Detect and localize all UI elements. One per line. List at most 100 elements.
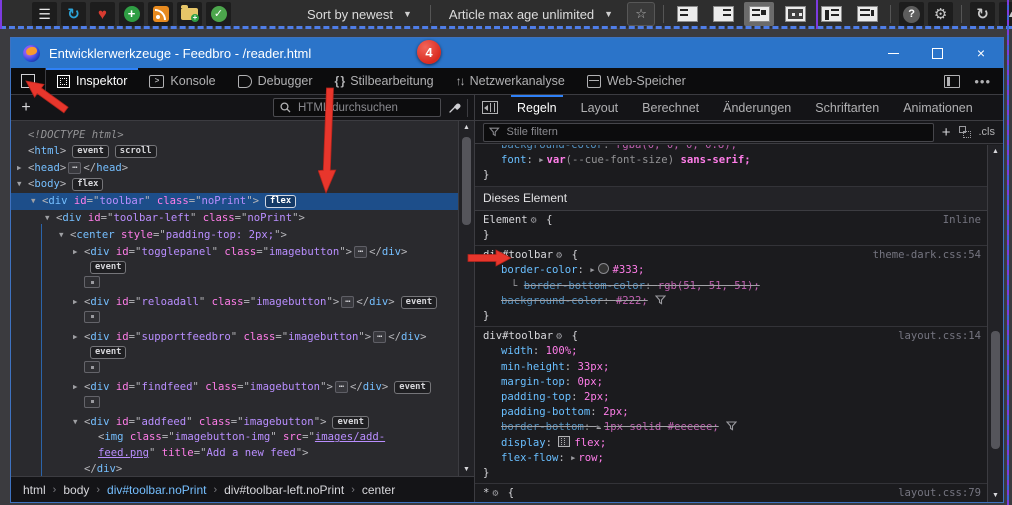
add-folder-button[interactable] <box>177 2 202 26</box>
node-badge[interactable]: event <box>90 261 126 274</box>
breadcrumb-item[interactable]: body <box>63 483 89 497</box>
node-badge[interactable]: event <box>401 296 437 309</box>
settings-button[interactable]: ⚙ <box>928 2 953 26</box>
css-declaration[interactable]: min-height: 33px; <box>483 360 987 375</box>
tree-row[interactable] <box>11 396 458 414</box>
sidebar-tab-schriftarten[interactable]: Schriftarten <box>803 95 891 120</box>
css-declaration[interactable]: border-color: ▶#333; <box>483 263 987 278</box>
expander-arrow-icon[interactable]: ▶ <box>571 454 575 462</box>
toolbox-menu-button[interactable]: ••• <box>974 79 991 84</box>
tab-netzwerkanalyse[interactable]: ↑↓Netzwerkanalyse <box>445 68 576 94</box>
css-declaration[interactable]: border-bottom: ▶1px solid #eeeeee; <box>483 420 987 435</box>
tree-row[interactable]: ▶<div id="reloadall" class="imagebutton"… <box>11 294 458 311</box>
menu-button[interactable]: ☰ <box>32 2 57 26</box>
tree-row[interactable]: event <box>11 345 458 361</box>
breadcrumb-item[interactable]: center <box>362 483 395 497</box>
expander-arrow-icon[interactable]: ▶ <box>597 423 601 431</box>
node-badge[interactable]: event <box>332 416 368 429</box>
breadcrumb-item[interactable]: html <box>23 483 46 497</box>
tree-row[interactable]: ▶<head>⋯</head> <box>11 160 458 177</box>
star-filter-button[interactable]: ☆ <box>627 2 655 26</box>
tree-row[interactable]: <img class="imagebutton-img" src="images… <box>11 430 458 446</box>
collapsed-content-badge[interactable]: ⋯ <box>373 331 386 343</box>
css-declaration[interactable]: font: ▶var(--cue-font-size) sans-serif; <box>483 153 987 168</box>
view-mode-headlines-left[interactable] <box>672 2 702 26</box>
twisty-icon[interactable]: ▶ <box>73 379 84 395</box>
scroll-up-button[interactable]: ▲ <box>999 2 1012 26</box>
twisty-icon[interactable]: ▼ <box>59 227 70 243</box>
tree-row[interactable]: </div> <box>11 462 458 476</box>
flex-highlighter-icon[interactable] <box>558 436 570 447</box>
whitespace-node-badge[interactable] <box>84 276 100 288</box>
html-search-input[interactable] <box>296 101 420 115</box>
eyedropper-button[interactable] <box>441 101 467 114</box>
tree-row[interactable]: ▶<div id="findfeed" class="imagebutton">… <box>11 379 458 396</box>
view-mode-magazine-view[interactable] <box>816 2 846 26</box>
tab-debugger[interactable]: Debugger <box>227 68 324 94</box>
sort-dropdown[interactable]: Sort by newest ▼ <box>297 7 422 22</box>
css-declaration[interactable]: flex-flow: ▶row; <box>483 451 987 466</box>
tree-row[interactable]: ▼<div id="addfeed" class="imagebutton">e… <box>11 414 458 431</box>
attribute-link-value[interactable]: feed.png <box>98 447 149 459</box>
cls-toggle-button[interactable]: .cls <box>979 126 996 138</box>
collapsed-content-badge[interactable]: ⋯ <box>335 381 348 393</box>
view-mode-list-left-preview[interactable] <box>744 2 774 26</box>
css-declaration[interactable]: width: 100%; <box>483 344 987 359</box>
node-badge[interactable]: scroll <box>115 145 157 158</box>
three-pane-toggle-button[interactable] <box>475 101 505 114</box>
style-filter-input[interactable] <box>505 125 928 139</box>
css-selector[interactable]: * <box>483 487 489 499</box>
breadcrumb-item[interactable]: div#toolbar-left.noPrint <box>224 483 344 497</box>
help-button[interactable]: ? <box>899 2 924 26</box>
tree-row[interactable]: <!DOCTYPE html> <box>11 128 458 144</box>
view-mode-article-view[interactable] <box>852 2 882 26</box>
sidebar-tab-layout[interactable]: Layout <box>569 95 631 120</box>
create-node-button[interactable]: + <box>11 99 41 117</box>
stylesheet-source-link[interactable]: theme-dark.css:54 <box>873 248 981 263</box>
style-filter-box[interactable] <box>483 123 934 142</box>
twisty-icon[interactable]: ▶ <box>73 244 84 260</box>
html-search-box[interactable] <box>273 98 441 117</box>
mark-read-button[interactable]: ✓ <box>206 2 231 26</box>
twisty-icon[interactable]: ▶ <box>73 329 84 345</box>
node-badge[interactable]: event <box>72 145 108 158</box>
view-mode-grid-view[interactable] <box>780 2 810 26</box>
class-panel-button[interactable] <box>959 126 971 138</box>
tab-web-speicher[interactable]: Web-Speicher <box>576 68 697 94</box>
twisty-icon[interactable]: ▼ <box>73 414 84 430</box>
close-button[interactable]: × <box>959 38 1003 68</box>
css-declaration[interactable]: background-color: #222; <box>483 294 987 309</box>
tree-row[interactable] <box>11 276 458 294</box>
css-declaration[interactable]: padding-bottom: 2px; <box>483 405 987 420</box>
collapsed-content-badge[interactable]: ⋯ <box>341 296 354 308</box>
reload-feeds-button[interactable]: ↻ <box>61 2 86 26</box>
scrollbar-thumb[interactable] <box>462 137 471 225</box>
tree-row[interactable]: feed.png" title="Add a new feed"> <box>11 446 458 462</box>
twisty-icon[interactable]: ▶ <box>73 294 84 310</box>
add-feed-button[interactable] <box>148 2 173 26</box>
stylesheet-source-link[interactable]: layout.css:14 <box>898 329 981 344</box>
twisty-icon[interactable]: ▼ <box>31 193 42 209</box>
tree-row[interactable] <box>11 361 458 379</box>
css-selector[interactable]: Element <box>483 214 528 226</box>
view-mode-list-left[interactable] <box>708 2 738 26</box>
tree-row[interactable]: ▶<div id="togglepanel" class="imagebutto… <box>11 244 458 261</box>
tab-inspektor[interactable]: Inspektor <box>46 68 138 94</box>
css-declaration[interactable]: display: flex; <box>483 436 987 451</box>
pick-element-button[interactable] <box>11 68 46 94</box>
split-console-icon[interactable] <box>944 75 960 88</box>
node-badge[interactable]: event <box>394 381 430 394</box>
tree-row[interactable]: ▼<div id="toolbar-left" class="noPrint"> <box>11 210 458 227</box>
article-age-dropdown[interactable]: Article max age unlimited ▼ <box>439 7 623 22</box>
favorites-button[interactable]: ♥ <box>90 2 115 26</box>
collapsed-content-badge[interactable]: ⋯ <box>354 246 367 258</box>
node-badge[interactable]: event <box>90 346 126 359</box>
twisty-icon[interactable]: ▼ <box>17 176 28 192</box>
attribute-link-value[interactable]: images/add- <box>315 431 385 443</box>
scroll-down-arrow[interactable]: ▼ <box>988 492 1003 499</box>
scrollbar-thumb[interactable] <box>991 331 1000 449</box>
sidebar-tab-regeln[interactable]: Regeln <box>505 95 569 120</box>
sidebar-tab-animationen[interactable]: Animationen <box>891 95 985 120</box>
add-button[interactable]: + <box>119 2 144 26</box>
twisty-icon[interactable]: ▼ <box>45 210 56 226</box>
